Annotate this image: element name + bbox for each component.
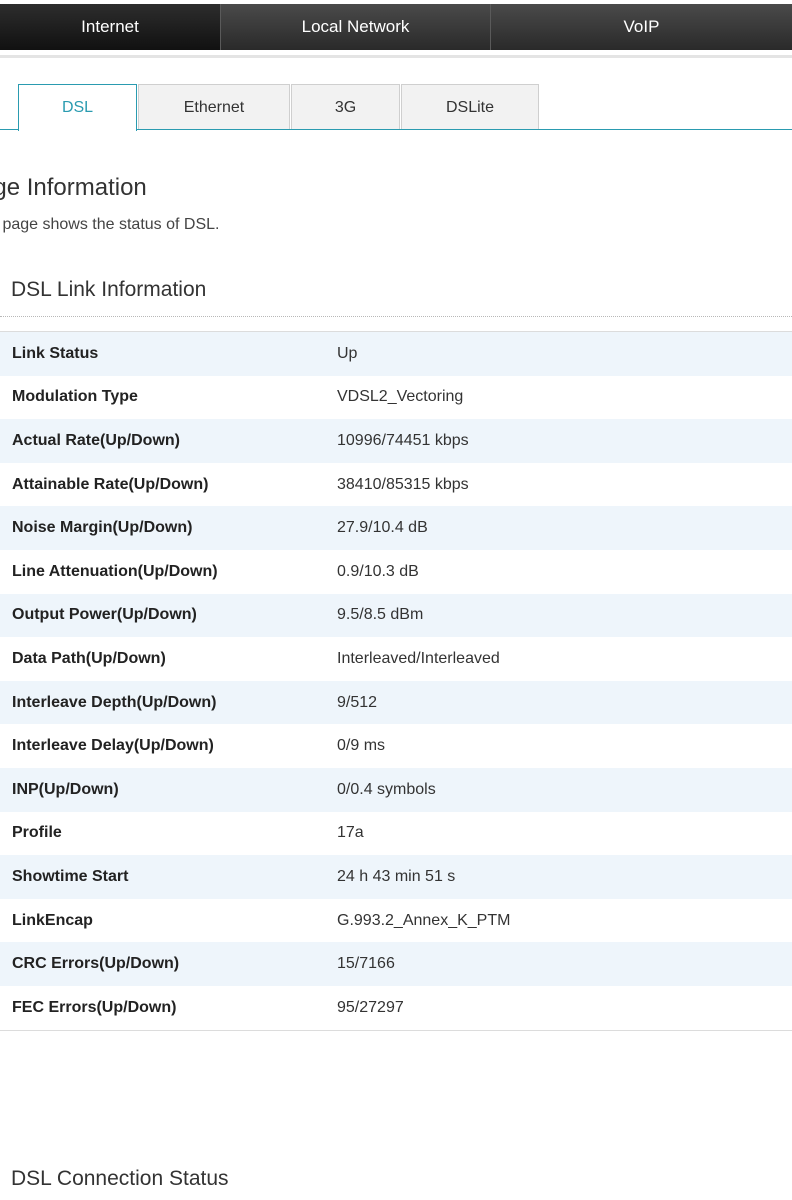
table-row: Attainable Rate(Up/Down) 38410/85315 kbp… [0,462,792,507]
nav-local-network[interactable]: Local Network [220,4,490,50]
row-label: INP(Up/Down) [12,780,119,798]
row-value: 9.5/8.5 dBm [337,606,424,624]
row-value: VDSL2_Vectoring [337,388,464,406]
table-row: INP(Up/Down) 0/0.4 symbols [0,767,792,812]
sub-tabs: DSL Ethernet 3G DSLite [18,84,540,131]
table-row: Modulation Type VDSL2_Vectoring [0,375,792,420]
table-row: CRC Errors(Up/Down) 15/7166 [0,942,792,986]
row-label: Actual Rate(Up/Down) [12,431,180,449]
row-value: 38410/85315 kbps [337,475,469,493]
row-value: 0/0.4 symbols [337,780,436,798]
tab-3g[interactable]: 3G [291,84,400,130]
row-value: 27.9/10.4 dB [337,519,428,537]
row-label: Line Attenuation(Up/Down) [12,562,218,580]
table-row: Output Power(Up/Down) 9.5/8.5 dBm [0,593,792,638]
row-label: Interleave Depth(Up/Down) [12,693,217,711]
dsl-link-table: Link Status Up Modulation Type VDSL2_Vec… [0,331,792,1031]
row-label: Link Status [12,344,99,362]
top-navigation: Internet Local Network VoIP [0,4,792,50]
row-value: 15/7166 [337,955,395,973]
table-row: Data Path(Up/Down) Interleaved/Interleav… [0,637,792,681]
nav-internet[interactable]: Internet [0,4,220,50]
nav-voip[interactable]: VoIP [490,4,792,50]
row-value: 95/27297 [337,998,404,1016]
page-description: s page shows the status of DSL. [0,216,220,233]
section-title-dsl-connection: DSL Connection Status [11,1167,229,1190]
row-label: Profile [12,824,62,842]
table-row: Line Attenuation(Up/Down) 0.9/10.3 dB [0,549,792,594]
row-value: Up [337,344,358,362]
row-value: 0.9/10.3 dB [337,562,419,580]
table-row: Interleave Depth(Up/Down) 9/512 [0,680,792,725]
table-row: Noise Margin(Up/Down) 27.9/10.4 dB [0,506,792,550]
table-row: Interleave Delay(Up/Down) 0/9 ms [0,724,792,768]
row-value: 17a [337,824,364,842]
row-value: 9/512 [337,693,378,711]
table-row: Link Status Up [0,332,792,376]
row-label: Attainable Rate(Up/Down) [12,475,209,493]
row-label: Interleave Delay(Up/Down) [12,737,214,755]
row-label: Modulation Type [12,388,138,406]
dsl-status-page: Internet Local Network VoIP DSL Ethernet… [0,0,792,1200]
table-row: LinkEncap G.993.2_Annex_K_PTM [0,898,792,943]
row-value: Interleaved/Interleaved [337,649,500,667]
table-row: FEC Errors(Up/Down) 95/27297 [0,985,792,1030]
row-label: FEC Errors(Up/Down) [12,998,177,1016]
section-title-dsl-link: DSL Link Information [11,278,207,301]
row-label: Noise Margin(Up/Down) [12,519,193,537]
row-label: CRC Errors(Up/Down) [12,955,180,973]
row-label: LinkEncap [12,911,93,929]
tab-ethernet[interactable]: Ethernet [138,84,290,130]
table-row: Showtime Start 24 h 43 min 51 s [0,855,792,899]
table-row: Actual Rate(Up/Down) 10996/74451 kbps [0,419,792,463]
row-label: Showtime Start [12,867,129,885]
row-value: G.993.2_Annex_K_PTM [337,911,511,929]
table-row: Profile 17a [0,811,792,856]
row-label: Output Power(Up/Down) [12,606,197,624]
page-title: age Information [0,174,147,201]
row-value: 10996/74451 kbps [337,431,469,449]
row-value: 0/9 ms [337,737,386,755]
tab-dslite[interactable]: DSLite [401,84,539,130]
tab-dsl[interactable]: DSL [18,84,137,131]
row-value: 24 h 43 min 51 s [337,867,456,885]
nav-divider [0,55,792,58]
row-label: Data Path(Up/Down) [12,649,166,667]
section-divider [0,316,792,317]
